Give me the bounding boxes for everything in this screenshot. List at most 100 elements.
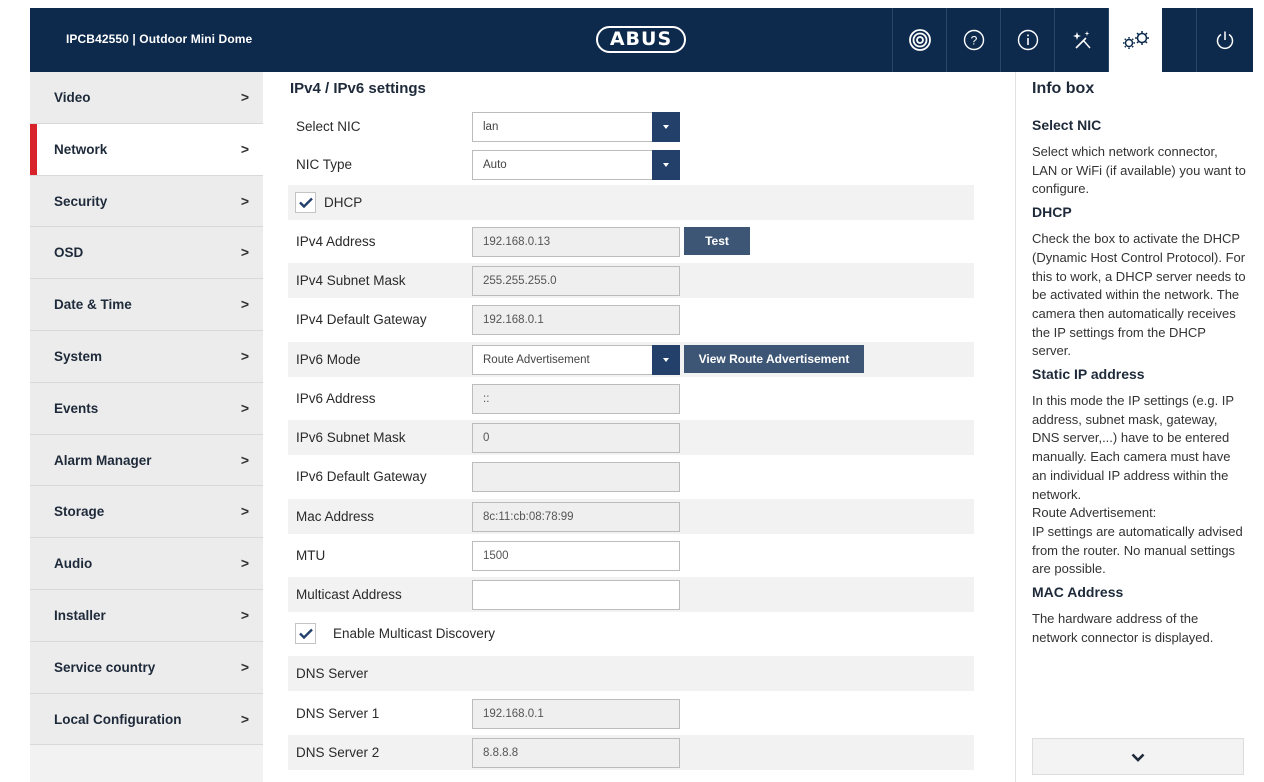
info-text: In this mode the IP settings (e.g. IP ad… [1032,393,1234,502]
info-scroll-down-button[interactable] [1032,738,1244,775]
sidebar-item-video[interactable]: Video > [30,72,263,124]
test-button[interactable]: Test [684,227,750,255]
info-heading: DHCP [1032,204,1072,221]
info-heading: Static IP address [1032,366,1145,383]
select-nic-row: Select NIC lan [288,109,974,144]
info-text: Check the box to activate the DHCP (Dyna… [1032,231,1246,359]
multicast-row: Multicast Address [288,577,974,612]
chevron-right-icon: > [240,710,249,727]
view-route-advertisement-button[interactable]: View Route Advertisement [684,345,864,373]
chevron-right-icon: > [240,658,249,675]
ipv6-mode-row: IPv6 Mode Route Advertisement View Route… [288,342,974,377]
dropdown-arrow-icon[interactable] [652,345,680,375]
svg-text:?: ? [970,34,977,48]
field-label: IPv6 Mode [296,352,361,367]
checkmark-icon [299,197,313,208]
mtu-input[interactable]: 1500 [472,541,680,571]
gears-icon [1122,31,1149,49]
chevron-right-icon: > [240,451,249,468]
field-label: DNS Server 2 [296,745,380,760]
dns1-row: DNS Server 1 192.168.0.1 [288,696,974,731]
sidebar-item-audio[interactable]: Audio > [30,538,263,590]
ipv4-subnet-field[interactable]: 255.255.255.0 [472,266,680,296]
chevron-right-icon: > [240,244,249,261]
sidebar: Video > Network > Security > OSD > Date … [30,72,263,782]
sidebar-item-label: Network [54,141,108,157]
field-label: IPv6 Address [296,391,376,406]
sidebar-item-date-time[interactable]: Date & Time > [30,279,263,331]
chevron-right-icon: > [240,140,249,157]
sidebar-item-label: Date & Time [54,297,132,313]
sidebar-item-label: Local Configuration [54,711,182,727]
info-heading: Select NIC [1032,117,1102,133]
sidebar-item-storage[interactable]: Storage > [30,486,263,539]
multicast-address-input[interactable] [472,580,680,610]
sidebar-item-label: Installer [54,607,106,623]
settings-panel: IPv4 / IPv6 settings Select NIC lan NIC … [263,72,1015,782]
info-text: Route Advertisement: [1032,505,1157,521]
sidebar-item-system[interactable]: System > [30,330,263,383]
ipv6-gateway-row: IPv6 Default Gateway [288,459,974,494]
sidebar-item-local-configuration[interactable]: Local Configuration > [30,693,263,746]
field-label: IPv4 Default Gateway [296,312,427,327]
ipv4-subnet-row: IPv4 Subnet Mask 255.255.255.0 [288,263,974,298]
dropdown-arrow-icon[interactable] [652,112,680,142]
settings-button[interactable] [1108,8,1162,72]
info-heading: MAC Address [1032,584,1124,601]
field-label: Select NIC [296,119,361,134]
multicast-discovery-checkbox[interactable] [295,623,316,644]
dns2-field[interactable]: 8.8.8.8 [472,738,680,768]
ipv6-gateway-field[interactable] [472,462,680,492]
power-button[interactable] [1196,8,1253,72]
sidebar-item-alarm-manager[interactable]: Alarm Manager > [30,434,263,487]
ipv4-address-row: IPv4 Address 192.168.0.13 Test [288,224,974,259]
wizard-button[interactable] [1054,8,1108,72]
dns-section-heading: DNS Server [296,666,369,681]
chevron-right-icon: > [240,296,249,313]
device-title: IPCB42550 | Outdoor Mini Dome [66,32,253,46]
field-label: NIC Type [296,157,353,172]
mac-address-row: Mac Address 8c:11:cb:08:78:99 [288,499,974,534]
chevron-right-icon: > [240,399,249,416]
checkmark-icon [299,628,313,639]
select-value: lan [483,121,499,133]
info-icon [1017,29,1038,51]
ipv4-gateway-row: IPv4 Default Gateway 192.168.0.1 [288,302,974,337]
sidebar-item-security[interactable]: Security > [30,175,263,228]
ipv4-gateway-field[interactable]: 192.168.0.1 [472,305,680,335]
nic-type-dropdown[interactable]: Auto [472,150,680,180]
help-button[interactable]: ? [946,8,1000,72]
info-button[interactable] [1000,8,1054,72]
chevron-right-icon: > [240,89,249,105]
sidebar-item-network[interactable]: Network > [30,123,263,176]
select-value: Route Advertisement [483,354,590,366]
multicast-discovery-label: Enable Multicast Discovery [333,626,496,641]
dropdown-arrow-icon[interactable] [652,150,680,180]
info-text: IP settings are automatically advised fr… [1032,523,1243,577]
dns1-field[interactable]: 192.168.0.1 [472,699,680,729]
page-title: IPv4 / IPv6 settings [290,80,426,97]
sidebar-item-events[interactable]: Events > [30,382,263,435]
sidebar-item-label: Audio [54,556,93,572]
top-bar: IPCB42550 | Outdoor Mini Dome ABUS ? [30,8,1253,72]
sidebar-item-label: Service country [54,659,156,675]
sidebar-item-installer[interactable]: Installer > [30,589,263,642]
ipv6-subnet-field[interactable]: 0 [472,423,680,453]
power-icon [1216,31,1234,50]
ipv6-address-field[interactable]: :: [472,384,680,414]
select-nic-dropdown[interactable]: lan [472,112,680,142]
sidebar-item-label: Security [54,193,108,209]
field-label: IPv4 Subnet Mask [296,273,406,288]
nic-type-row: NIC Type Auto [288,147,974,182]
dhcp-checkbox[interactable] [295,192,316,213]
live-view-button[interactable] [892,8,946,72]
sidebar-item-osd[interactable]: OSD > [30,227,263,280]
ipv6-subnet-row: IPv6 Subnet Mask 0 [288,420,974,455]
field-label: IPv4 Address [296,234,376,249]
sidebar-item-service-country[interactable]: Service country > [30,641,263,694]
ipv4-address-field[interactable]: 192.168.0.13 [472,227,680,257]
ipv6-mode-dropdown[interactable]: Route Advertisement [472,345,680,375]
field-label: MTU [296,548,326,563]
multicast-discovery-row: Enable Multicast Discovery [288,616,974,651]
mac-address-field: 8c:11:cb:08:78:99 [472,502,680,532]
